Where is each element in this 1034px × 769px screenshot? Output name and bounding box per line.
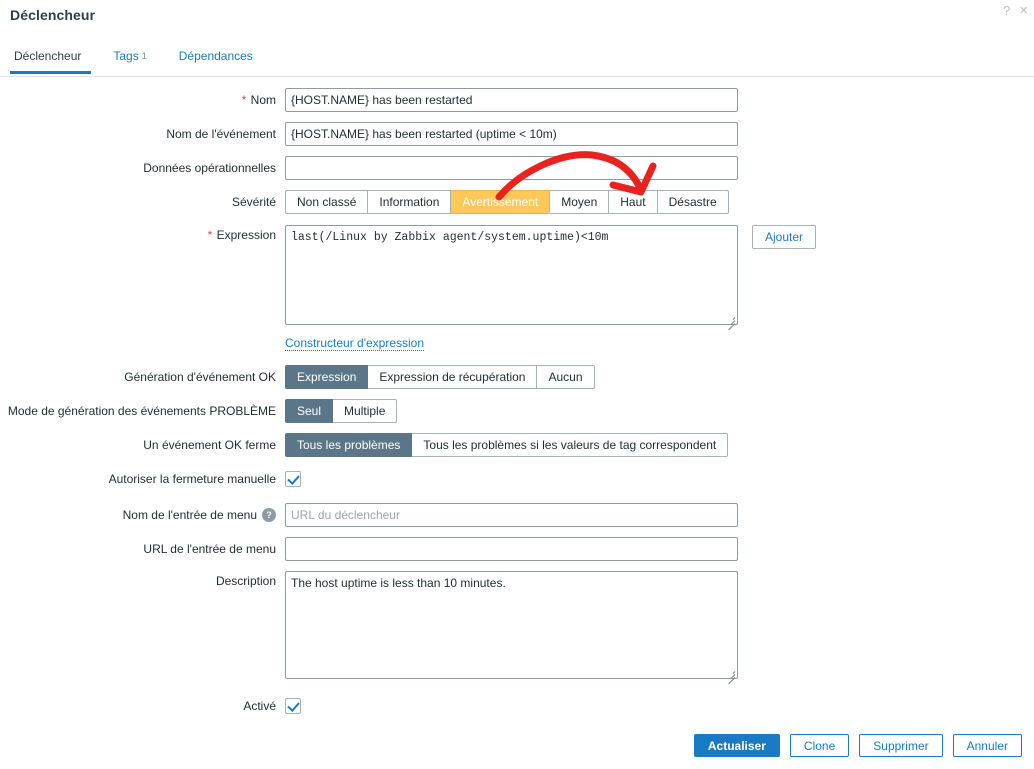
description-textarea-wrap [285, 571, 738, 685]
row-event-name: Nom de l'événement [0, 122, 1034, 146]
question-mark-icon[interactable]: ? [262, 508, 276, 522]
delete-button[interactable]: Supprimer [859, 734, 943, 757]
page-title: Déclencheur [10, 7, 96, 23]
label-event-name: Nom de l'événement [166, 127, 276, 141]
ok-event-closes-segmented-control: Tous les problèmes Tous les problèmes si… [285, 433, 729, 457]
label-problem-event-mode: Mode de génération des événements PROBLÈ… [7, 404, 276, 418]
trigger-form: * Nom Nom de l'événement Données opérati… [0, 88, 1034, 728]
tab-bar: Déclencheur Tags 1 Dépendances [0, 48, 1034, 77]
tab-trigger-label: Déclencheur [14, 49, 82, 63]
label-menu-entry-name-text: Nom de l'entrée de menu [122, 508, 257, 522]
tab-dependencies[interactable]: Dépendances [163, 48, 269, 73]
severity-option-average[interactable]: Moyen [550, 190, 610, 214]
problem-event-option-single[interactable]: Seul [285, 399, 334, 423]
tab-tags-label: Tags [113, 49, 139, 63]
tab-tags[interactable]: Tags 1 [97, 48, 162, 73]
required-marker-name: * [241, 93, 247, 107]
row-ok-event-generation: Génération d'événement OK Expression Exp… [0, 365, 1034, 389]
severity-option-information[interactable]: Information [368, 190, 452, 214]
name-input[interactable] [285, 88, 738, 112]
dialog-footer: Actualiser Clone Supprimer Annuler [693, 734, 1022, 757]
expression-textarea[interactable] [285, 225, 738, 325]
severity-option-disaster[interactable]: Désastre [657, 190, 729, 214]
label-ok-event-generation: Génération d'événement OK [124, 370, 276, 384]
label-menu-entry-name: Nom de l'entrée de menu ? [0, 503, 285, 527]
row-menu-entry-name: Nom de l'entrée de menu ? [0, 503, 1034, 527]
menu-entry-name-input[interactable] [285, 503, 738, 527]
row-problem-event-mode: Mode de génération des événements PROBLÈ… [0, 399, 1034, 423]
ok-event-option-expression[interactable]: Expression [285, 365, 369, 389]
label-allow-manual-close: Autoriser la fermeture manuelle [108, 472, 276, 486]
expression-constructor-link[interactable]: Constructeur d'expression [285, 336, 425, 351]
cancel-button[interactable]: Annuler [952, 734, 1022, 757]
row-ok-event-closes: Un événement OK ferme Tous les problèmes… [0, 433, 1034, 457]
required-marker-expression: * [207, 228, 213, 242]
label-menu-entry-url: URL de l'entrée de menu [143, 542, 276, 556]
label-name: * Nom [241, 93, 276, 107]
row-description: Description [0, 571, 1034, 685]
problem-event-mode-segmented-control: Seul Multiple [285, 399, 398, 423]
ok-event-closes-option-tag-match[interactable]: Tous les problèmes si les valeurs de tag… [412, 433, 729, 457]
label-operational-data: Données opérationnelles [143, 161, 276, 175]
row-enabled: Activé [0, 694, 1034, 718]
trigger-edit-dialog: Déclencheur ? × Déclencheur Tags 1 Dépend… [0, 0, 1034, 769]
row-expression: * Expression Ajouter [0, 225, 1034, 331]
clone-button[interactable]: Clone [789, 734, 850, 757]
row-severity: Sévérité Non classé Information Avertiss… [0, 190, 1034, 214]
label-ok-event-closes: Un événement OK ferme [143, 438, 276, 452]
severity-option-warning[interactable]: Avertissement [451, 190, 551, 214]
row-operational-data: Données opérationnelles [0, 156, 1034, 180]
problem-event-option-multiple[interactable]: Multiple [333, 399, 398, 423]
ok-event-closes-option-all-problems[interactable]: Tous les problèmes [285, 433, 413, 457]
ok-event-generation-segmented-control: Expression Expression de récupération Au… [285, 365, 595, 389]
row-expression-builder: Constructeur d'expression [0, 334, 1034, 351]
close-icon[interactable]: × [1019, 3, 1028, 18]
window-controls: ? × [1003, 3, 1028, 18]
label-enabled: Activé [243, 699, 276, 713]
row-menu-entry-url: URL de l'entrée de menu [0, 537, 1034, 561]
severity-option-high[interactable]: Haut [609, 190, 658, 214]
add-expression-button[interactable]: Ajouter [752, 225, 817, 249]
label-expression: * Expression [207, 228, 276, 242]
ok-event-option-recovery-expression[interactable]: Expression de récupération [368, 365, 538, 389]
label-severity: Sévérité [231, 195, 276, 209]
operational-data-input[interactable] [285, 156, 738, 180]
severity-option-not-classified[interactable]: Non classé [285, 190, 369, 214]
severity-segmented-control: Non classé Information Avertissement Moy… [285, 190, 729, 214]
update-button[interactable]: Actualiser [693, 734, 780, 757]
row-allow-manual-close: Autoriser la fermeture manuelle [0, 467, 1034, 491]
menu-entry-url-input[interactable] [285, 537, 738, 561]
event-name-input[interactable] [285, 122, 738, 146]
tab-trigger[interactable]: Déclencheur [10, 48, 97, 74]
help-icon[interactable]: ? [1003, 4, 1010, 17]
allow-manual-close-checkbox[interactable] [285, 471, 301, 487]
enabled-checkbox[interactable] [285, 698, 301, 714]
expression-textarea-wrap [285, 225, 738, 331]
tab-tags-count: 1 [141, 51, 147, 61]
description-textarea[interactable] [285, 571, 738, 679]
row-name: * Nom [0, 88, 1034, 112]
label-description: Description [215, 574, 276, 588]
ok-event-option-none[interactable]: Aucun [537, 365, 595, 389]
tab-dependencies-label: Dépendances [178, 49, 253, 63]
